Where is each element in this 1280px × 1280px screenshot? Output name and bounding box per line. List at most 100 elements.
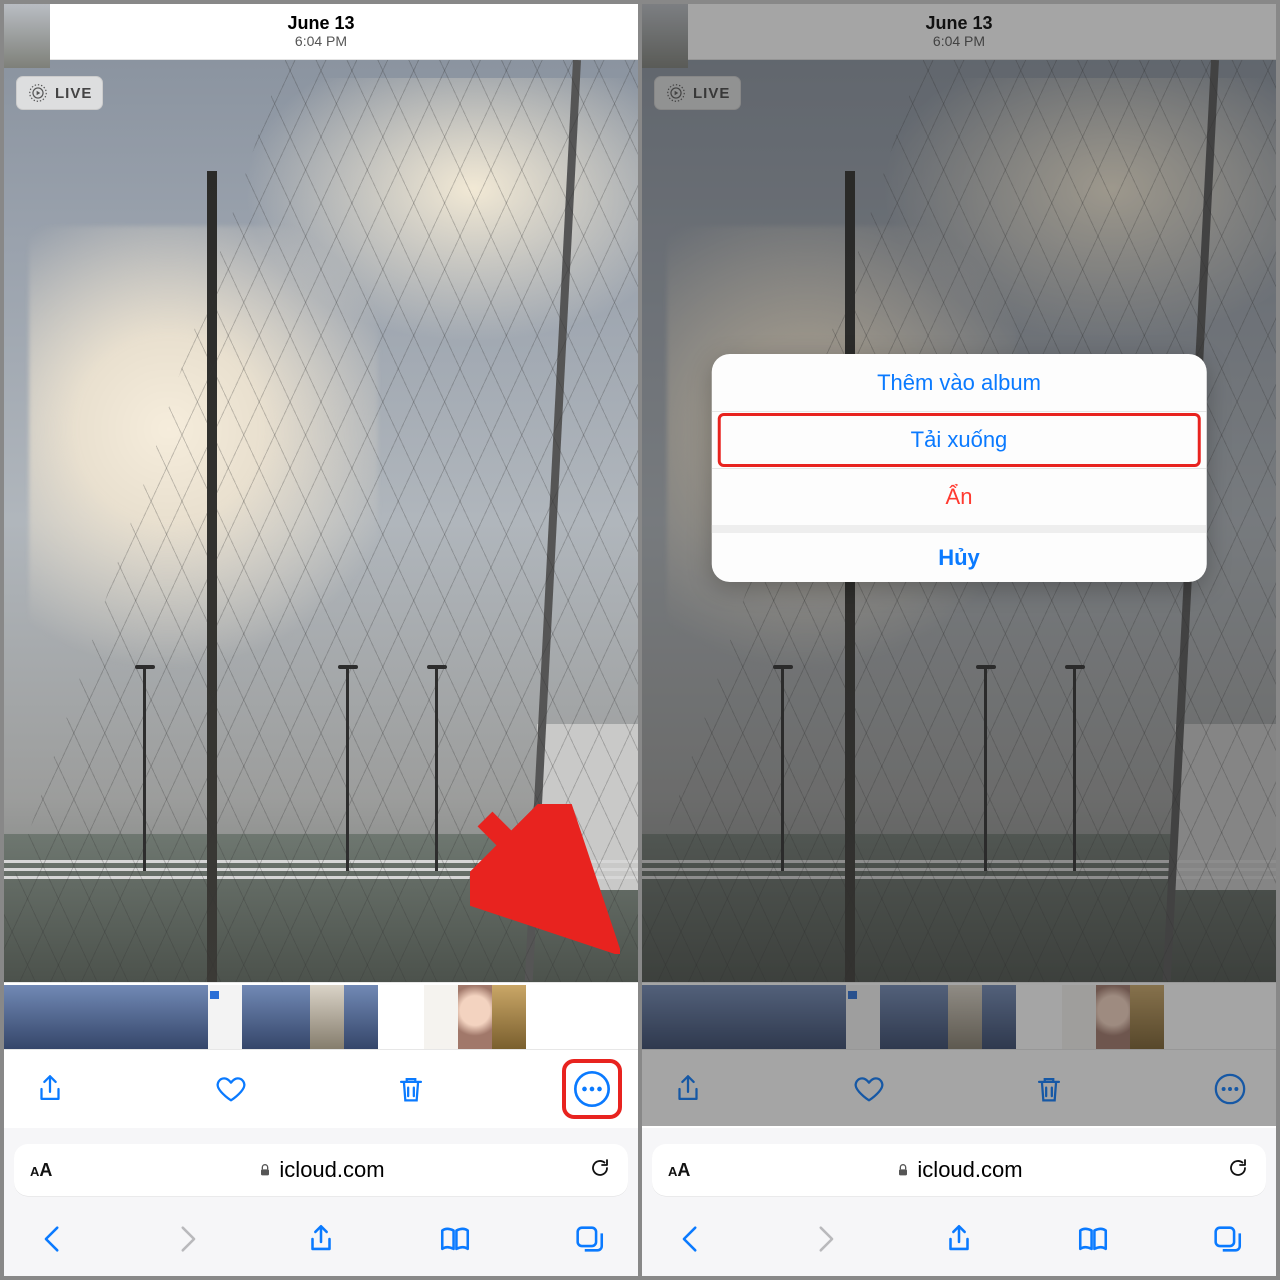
photo-header: June 13 6:04 PM [642, 4, 1276, 60]
url-text: icloud.com [917, 1157, 1022, 1183]
thumbnail[interactable] [812, 985, 846, 1049]
live-photo-badge[interactable]: LIVE [16, 76, 103, 110]
more-button[interactable] [568, 1065, 616, 1113]
reload-icon [1226, 1156, 1250, 1180]
thumbnail[interactable] [208, 985, 242, 1049]
chevron-left-icon [36, 1222, 70, 1256]
browser-back-button[interactable] [674, 1222, 708, 1261]
share-icon [671, 1072, 705, 1106]
thumbnail[interactable] [1062, 985, 1096, 1049]
lock-icon [257, 1162, 273, 1178]
book-icon [1076, 1222, 1110, 1256]
browser-toolbar [4, 1206, 638, 1276]
trash-icon [394, 1072, 428, 1106]
thumbnail[interactable] [106, 985, 140, 1049]
thumbnail[interactable] [378, 985, 424, 1049]
browser-bookmarks-button[interactable] [438, 1222, 472, 1261]
photo-time: 6:04 PM [925, 34, 992, 49]
thumbnail[interactable] [310, 985, 344, 1049]
url-display: icloud.com [895, 1157, 1022, 1183]
download-option[interactable]: Tải xuống [712, 411, 1207, 468]
chevron-right-icon [170, 1222, 204, 1256]
add-to-album-option[interactable]: Thêm vào album [712, 354, 1207, 411]
thumbnail[interactable] [1096, 985, 1130, 1049]
browser-tabs-button[interactable] [572, 1222, 606, 1261]
reload-button[interactable] [1226, 1156, 1250, 1185]
thumbnail[interactable] [982, 985, 1016, 1049]
live-label: LIVE [55, 85, 92, 102]
trash-icon [1032, 1072, 1066, 1106]
right-pane: June 13 6:04 PM LIVE [642, 4, 1276, 1276]
heart-icon [852, 1072, 886, 1106]
action-sheet: Thêm vào album Tải xuống Ẩn Hủy [712, 354, 1207, 582]
reader-aa-button[interactable]: AA [668, 1160, 690, 1181]
browser-toolbar [642, 1206, 1276, 1276]
lock-icon [895, 1162, 911, 1178]
live-icon [665, 82, 687, 104]
url-text: icloud.com [279, 1157, 384, 1183]
browser-forward-button [808, 1222, 842, 1261]
book-icon [438, 1222, 472, 1256]
browser-bookmarks-button[interactable] [1076, 1222, 1110, 1261]
thumbnail[interactable] [642, 985, 676, 1049]
address-bar[interactable]: AA icloud.com [14, 1144, 628, 1196]
more-button[interactable] [1206, 1065, 1254, 1113]
header-title: June 13 6:04 PM [925, 14, 992, 49]
photo-viewer[interactable]: LIVE [4, 60, 638, 982]
thumbnail[interactable] [72, 985, 106, 1049]
photo-toolbar [642, 1050, 1276, 1128]
thumbnail[interactable] [914, 985, 948, 1049]
thumbnail[interactable] [242, 985, 276, 1049]
more-icon [572, 1069, 612, 1109]
thumbnail[interactable] [38, 985, 72, 1049]
thumbnail[interactable] [948, 985, 982, 1049]
thumbnail[interactable] [458, 985, 492, 1049]
heart-icon [214, 1072, 248, 1106]
thumbnail[interactable] [4, 985, 38, 1049]
photo-header: June 13 6:04 PM [4, 4, 638, 60]
thumbnail[interactable] [744, 985, 778, 1049]
browser-tabs-button[interactable] [1210, 1222, 1244, 1261]
address-bar-area: AA icloud.com [4, 1128, 638, 1206]
photo-date: June 13 [925, 14, 992, 34]
thumbnail[interactable] [778, 985, 812, 1049]
thumbnail[interactable] [676, 985, 710, 1049]
share-button[interactable] [664, 1065, 712, 1113]
share-icon [33, 1072, 67, 1106]
thumbnail[interactable] [424, 985, 458, 1049]
browser-share-button[interactable] [304, 1222, 338, 1261]
cancel-option[interactable]: Hủy [712, 525, 1207, 582]
delete-button[interactable] [387, 1065, 435, 1113]
thumbnail[interactable] [1016, 985, 1062, 1049]
live-label: LIVE [693, 85, 730, 102]
browser-back-button[interactable] [36, 1222, 70, 1261]
url-display: icloud.com [257, 1157, 384, 1183]
live-photo-badge[interactable]: LIVE [654, 76, 741, 110]
thumbnail[interactable] [1130, 985, 1164, 1049]
address-bar[interactable]: AA icloud.com [652, 1144, 1266, 1196]
thumbnail[interactable] [880, 985, 914, 1049]
thumbnail[interactable] [174, 985, 208, 1049]
thumbnail[interactable] [710, 985, 744, 1049]
thumbnail[interactable] [276, 985, 310, 1049]
reload-button[interactable] [588, 1156, 612, 1185]
thumbnail[interactable] [344, 985, 378, 1049]
hide-option[interactable]: Ẩn [712, 468, 1207, 525]
favorite-button[interactable] [845, 1065, 893, 1113]
favorite-button[interactable] [207, 1065, 255, 1113]
thumbnail[interactable] [846, 985, 880, 1049]
thumbnail-strip[interactable] [642, 982, 1276, 1050]
thumbnail-strip[interactable] [4, 982, 638, 1050]
browser-share-button[interactable] [942, 1222, 976, 1261]
tabs-icon [1210, 1222, 1244, 1256]
tabs-icon [572, 1222, 606, 1256]
photo-toolbar [4, 1050, 638, 1128]
reload-icon [588, 1156, 612, 1180]
address-bar-area: AA icloud.com [642, 1128, 1276, 1206]
thumbnail[interactable] [492, 985, 526, 1049]
share-button[interactable] [26, 1065, 74, 1113]
reader-aa-button[interactable]: AA [30, 1160, 52, 1181]
photo-date: June 13 [287, 14, 354, 34]
thumbnail[interactable] [140, 985, 174, 1049]
delete-button[interactable] [1025, 1065, 1073, 1113]
